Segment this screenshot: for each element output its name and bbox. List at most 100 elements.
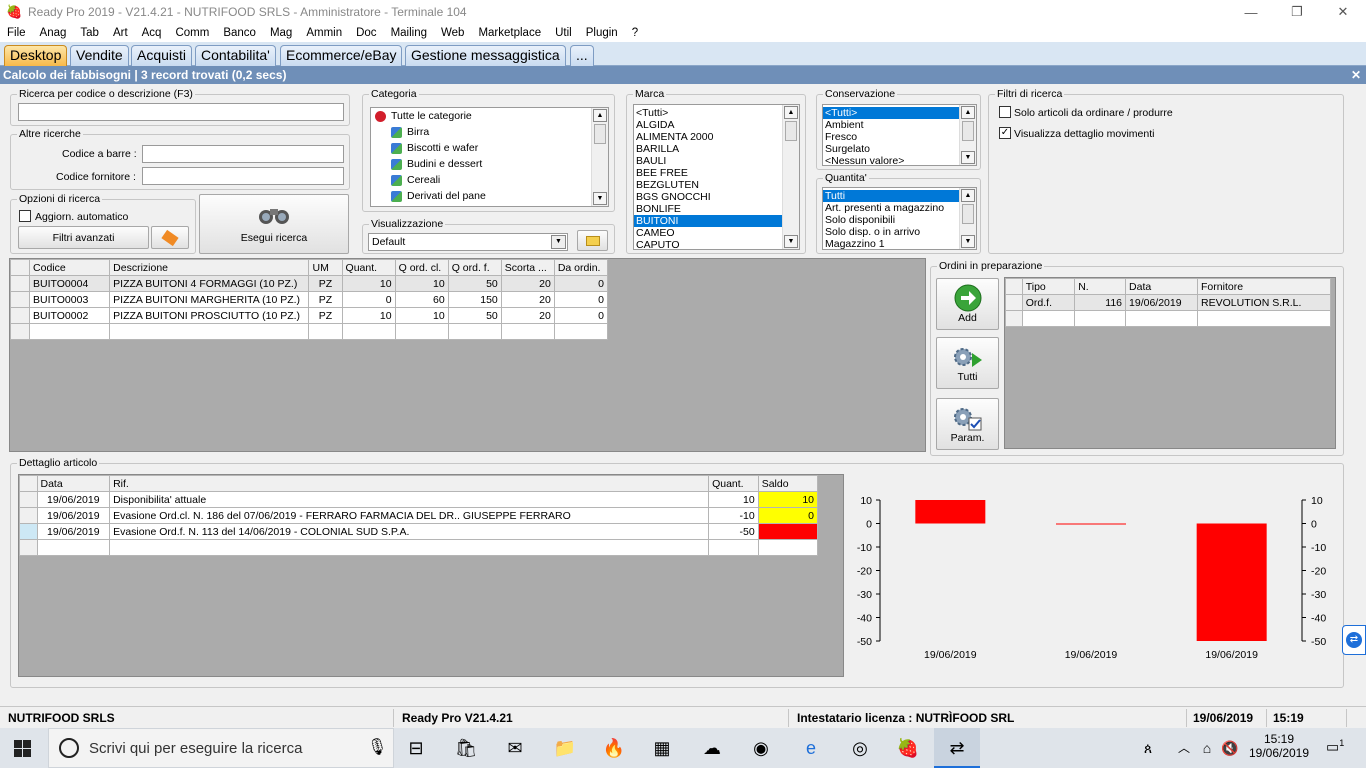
menu-art[interactable]: Art	[106, 27, 135, 39]
table-cell[interactable]	[708, 539, 759, 556]
table-cell[interactable]	[394, 323, 449, 340]
table-cell[interactable]: 10	[708, 491, 759, 508]
quantity-item[interactable]: Solo disponibili	[823, 214, 976, 226]
table-row[interactable]: BUITO0003 PIZZA BUITONI MARGHERITA (10 PZ…	[9, 291, 609, 308]
tab-more[interactable]: ...	[570, 45, 594, 66]
menu-web[interactable]: Web	[434, 27, 471, 39]
microphone-icon[interactable]: 🎙	[367, 737, 387, 757]
empty-row[interactable]	[9, 323, 609, 340]
table-cell[interactable]: 10	[394, 275, 449, 292]
table-cell[interactable]	[757, 539, 819, 556]
storage-item[interactable]: <Tutti>	[823, 107, 976, 119]
tab-ecommerce[interactable]: Ecommerce/eBay	[280, 45, 403, 66]
menu-acq[interactable]: Acq	[135, 27, 169, 39]
restore-button[interactable]: ❐	[1274, 0, 1320, 24]
minimize-button[interactable]: —	[1228, 0, 1274, 24]
brand-item[interactable]: <Tutti>	[634, 107, 799, 119]
column-header[interactable]: Quant.	[341, 259, 396, 276]
windows-start-icon[interactable]	[14, 740, 31, 757]
row-selector[interactable]	[19, 507, 38, 524]
table-cell[interactable]: 50	[447, 307, 502, 324]
table-cell[interactable]: 60	[394, 291, 449, 308]
show-detail-checkbox[interactable]: ✓	[999, 127, 1011, 139]
category-item[interactable]: Biscotti e wafer	[371, 140, 608, 156]
table-cell[interactable]: 10	[341, 307, 396, 324]
brand-item[interactable]: BONLIFE	[634, 203, 799, 215]
category-scrollbar[interactable]: ▲ ▼	[591, 108, 608, 206]
storage-scrollbar[interactable]: ▲ ▼	[959, 105, 976, 165]
table-cell[interactable]: 19/06/2019	[36, 523, 111, 540]
table-cell[interactable]: BUITO0002	[29, 307, 111, 324]
chevron-up-icon[interactable]: ︿	[1172, 736, 1196, 760]
row-selector[interactable]	[9, 291, 31, 308]
auto-update-checkbox[interactable]	[19, 210, 31, 222]
close-button[interactable]: ✕	[1320, 0, 1366, 24]
table-row[interactable]: BUITO0002 PIZZA BUITONI PROSCIUTTO (10 PZ…	[9, 307, 609, 324]
add-order-button[interactable]: Add	[936, 278, 999, 330]
brand-item[interactable]: ALGIDA	[634, 119, 799, 131]
table-cell[interactable]: 20	[500, 307, 555, 324]
brand-item[interactable]: BGS GNOCCHI	[634, 191, 799, 203]
storage-item[interactable]: Surgelato	[823, 143, 976, 155]
table-cell[interactable]	[553, 323, 609, 340]
brand-item[interactable]: BARILLA	[634, 143, 799, 155]
close-page-icon[interactable]: ✕	[1351, 66, 1361, 84]
brand-item[interactable]: CAMEO	[634, 227, 799, 239]
table-row[interactable]: 19/06/2019 Evasione Ord.cl. N. 186 del 07…	[19, 507, 819, 524]
quantity-scrollbar[interactable]: ▲ ▼	[959, 188, 976, 249]
table-cell[interactable]: BUITO0004	[29, 275, 111, 292]
column-header[interactable]: UM	[308, 259, 343, 276]
menu-banco[interactable]: Banco	[216, 27, 263, 39]
column-header[interactable]: Codice	[29, 259, 111, 276]
table-cell[interactable]: 19/06/2019	[36, 507, 111, 524]
table-cell[interactable]: PIZZA BUITONI PROSCIUTTO (10 PZ.)	[109, 307, 310, 324]
column-header[interactable]: Quant.	[708, 475, 759, 492]
table-cell[interactable]: 0	[553, 291, 609, 308]
clear-filters-button[interactable]	[151, 226, 189, 249]
saldo-cell[interactable]: -50	[757, 523, 819, 540]
volume-icon[interactable]: 🔇	[1218, 736, 1242, 760]
brand-item[interactable]: ALIMENTA 2000	[634, 131, 799, 143]
table-row[interactable]: BUITO0004 PIZZA BUITONI 4 FORMAGGI (10 PZ…	[9, 275, 609, 292]
table-cell[interactable]	[308, 323, 343, 340]
ready-pro-taskbar-icon[interactable]: 🍓	[896, 736, 920, 760]
column-header[interactable]: Tipo	[1021, 278, 1076, 295]
table-cell[interactable]: 0	[553, 307, 609, 324]
supplier-code-input[interactable]	[142, 167, 344, 185]
only-to-order-checkbox[interactable]	[999, 106, 1011, 118]
quantity-item[interactable]: Art. presenti a magazzino	[823, 202, 976, 214]
column-header[interactable]: Fornitore	[1197, 278, 1331, 295]
run-search-button[interactable]: Esegui ricerca	[199, 194, 349, 254]
menu-help[interactable]: ?	[625, 27, 645, 39]
column-header[interactable]: Scorta ...	[500, 259, 555, 276]
storage-item[interactable]: Ambient	[823, 119, 976, 131]
view-select[interactable]: Default ▼	[368, 233, 568, 251]
cloud-app-icon[interactable]: ☁	[700, 736, 724, 760]
quantity-list[interactable]: Tutti Art. presenti a magazzino Solo dispo…	[822, 187, 977, 250]
category-item[interactable]: Derivati del pane	[371, 188, 608, 204]
table-cell[interactable]	[29, 323, 111, 340]
table-cell[interactable]	[36, 539, 111, 556]
table-row[interactable]: 19/06/2019 Evasione Ord.f. N. 113 del 14/…	[19, 523, 819, 540]
table-cell[interactable]: 10	[341, 275, 396, 292]
column-header[interactable]: Da ordin.	[553, 259, 609, 276]
chrome-icon[interactable]: ◉	[749, 736, 773, 760]
quantity-item[interactable]: Solo disp. o in arrivo	[823, 226, 976, 238]
table-cell[interactable]	[341, 323, 396, 340]
brand-item[interactable]: BEZGLUTEN	[634, 179, 799, 191]
table-row[interactable]: Ord.f. 116 19/06/2019 REVOLUTION S.R.L.	[1005, 294, 1331, 311]
table-cell[interactable]	[1125, 310, 1199, 327]
column-header[interactable]: Descrizione	[109, 259, 310, 276]
table-cell[interactable]: REVOLUTION S.R.L.	[1197, 294, 1331, 311]
table-cell[interactable]: Evasione Ord.cl. N. 186 del 07/06/2019 -…	[109, 507, 710, 524]
table-cell[interactable]: 20	[500, 291, 555, 308]
column-header[interactable]: Data	[36, 475, 111, 492]
column-header[interactable]: Q ord. cl.	[394, 259, 449, 276]
table-cell[interactable]: Disponibilita' attuale	[109, 491, 710, 508]
table-cell[interactable]: 19/06/2019	[1125, 294, 1199, 311]
table-cell[interactable]	[109, 323, 310, 340]
table-cell[interactable]	[1021, 310, 1076, 327]
brand-item[interactable]: BEE FREE	[634, 167, 799, 179]
table-cell[interactable]: 50	[447, 275, 502, 292]
clock[interactable]: 15:19 19/06/2019	[1248, 732, 1310, 760]
